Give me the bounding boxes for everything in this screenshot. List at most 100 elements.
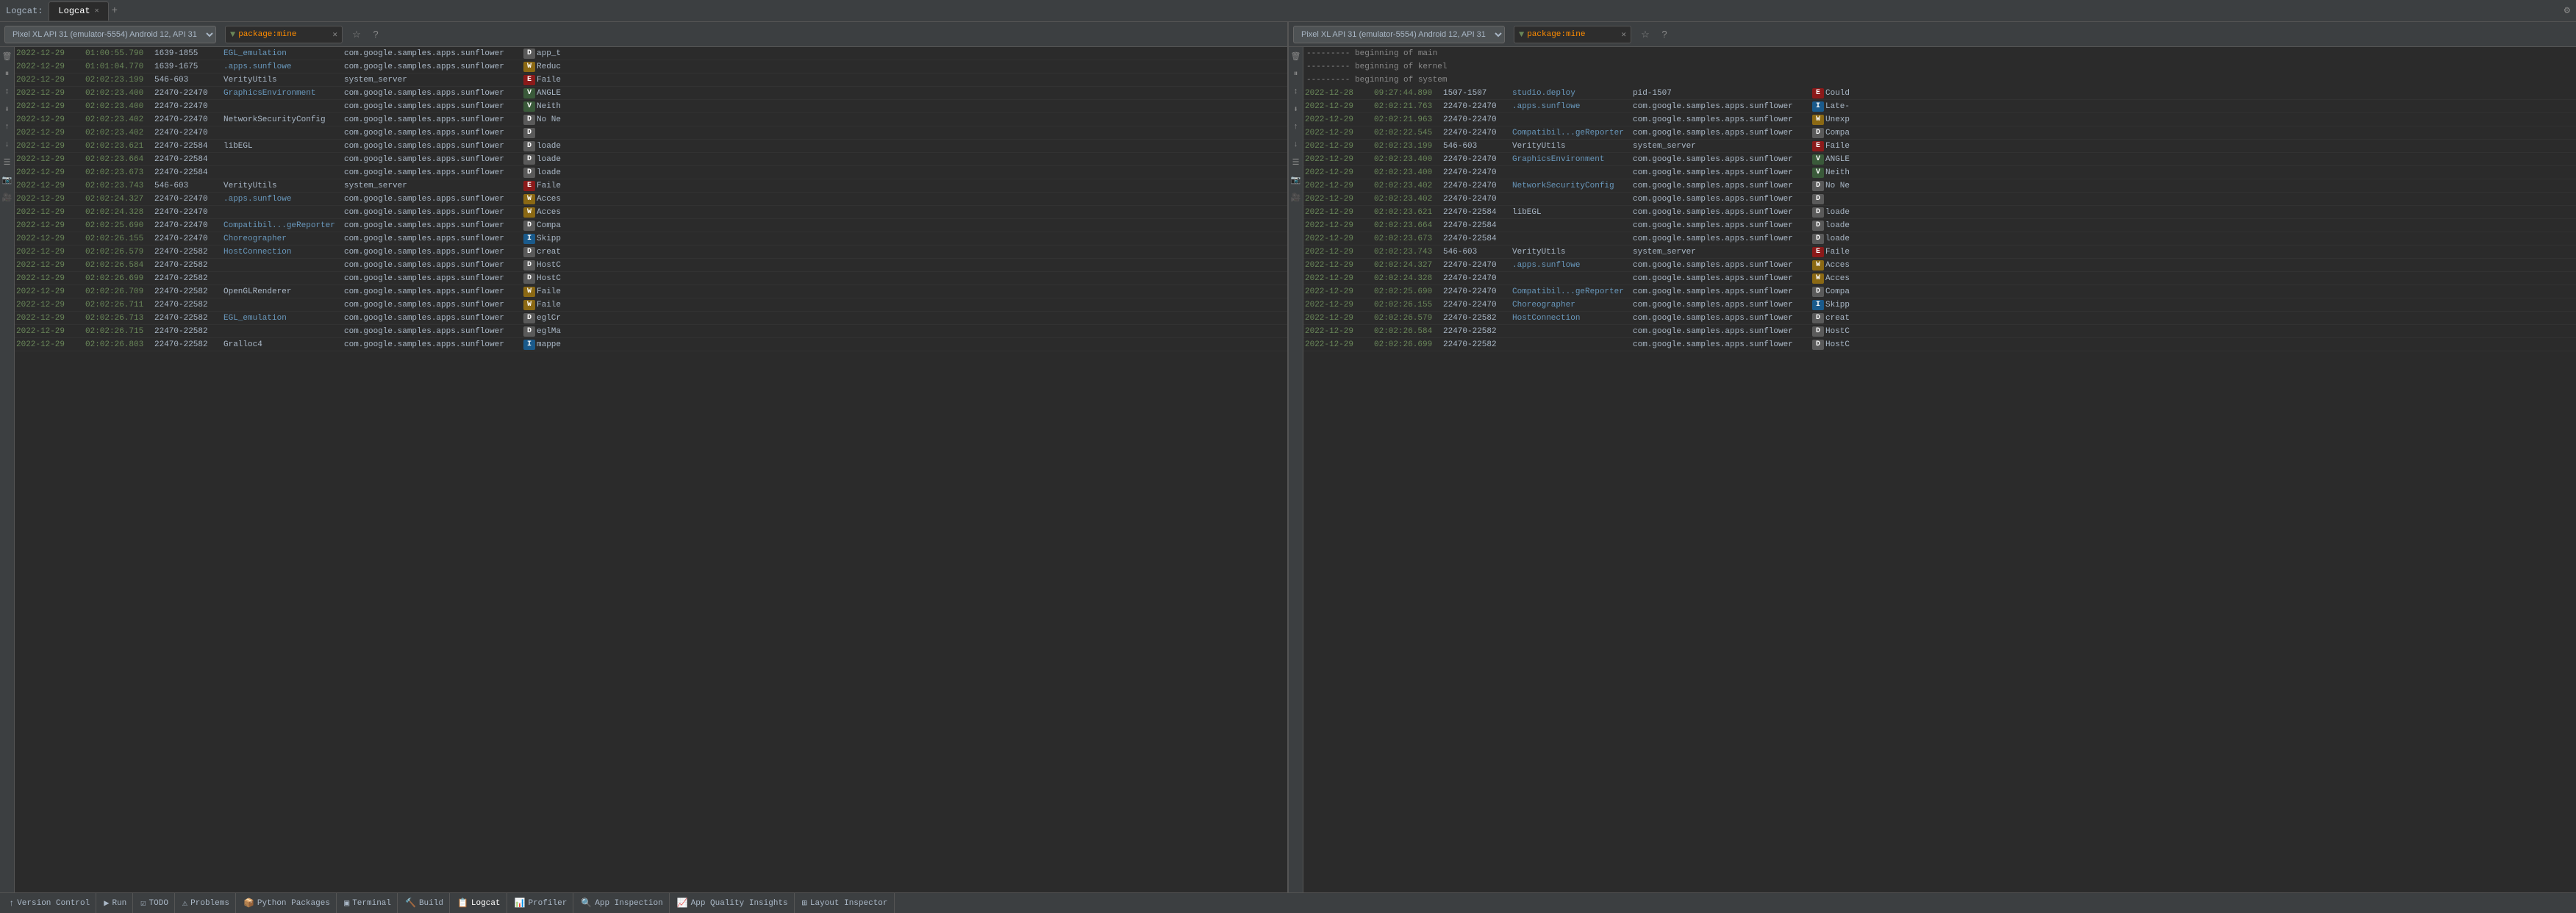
table-row[interactable]: 2022-12-29 02:02:23.673 22470-22584 com.… xyxy=(1303,232,2576,246)
status-item-python-packages[interactable]: 📦Python Packages xyxy=(237,893,337,913)
right-camera-icon[interactable]: 📷 xyxy=(1289,173,1303,187)
log-time: 02:02:26.584 xyxy=(85,261,151,270)
add-tab-button[interactable]: + xyxy=(112,5,118,17)
table-row[interactable]: 2022-12-29 02:02:26.713 22470-22582 EGL_… xyxy=(15,312,1287,325)
table-row[interactable]: 2022-12-29 02:02:26.709 22470-22582 Open… xyxy=(15,285,1287,298)
table-row[interactable]: 2022-12-29 02:02:26.579 22470-22582 Host… xyxy=(1303,312,2576,325)
left-menu-icon[interactable]: ☰ xyxy=(1,156,14,169)
log-msg: Faile xyxy=(1825,142,1850,151)
log-level-badge: W xyxy=(523,300,535,310)
table-row[interactable]: 2022-12-29 02:02:21.963 22470-22470 com.… xyxy=(1303,113,2576,126)
logcat-tab[interactable]: Logcat ✕ xyxy=(49,1,108,21)
table-row[interactable]: 2022-12-29 02:02:23.400 22470-22470 com.… xyxy=(15,100,1287,113)
status-item-app-quality[interactable]: 📈App Quality Insights xyxy=(671,893,795,913)
table-row[interactable]: 2022-12-29 02:02:23.673 22470-22584 com.… xyxy=(15,166,1287,179)
log-pkg: com.google.samples.apps.sunflower xyxy=(344,301,520,309)
table-row[interactable]: 2022-12-29 02:02:23.621 22470-22584 libE… xyxy=(15,140,1287,153)
left-help-button[interactable]: ? xyxy=(368,26,384,43)
left-down-arrow-icon[interactable]: ↓ xyxy=(1,138,14,151)
table-row[interactable]: 2022-12-29 02:02:24.328 22470-22470 com.… xyxy=(15,206,1287,219)
table-row[interactable]: 2022-12-29 02:02:23.621 22470-22584 libE… xyxy=(1303,206,2576,219)
table-row[interactable]: 2022-12-29 02:02:24.327 22470-22470 .app… xyxy=(1303,259,2576,272)
table-row[interactable]: 2022-12-29 02:02:26.699 22470-22582 com.… xyxy=(1303,338,2576,351)
log-time: 02:02:24.328 xyxy=(1374,274,1440,283)
table-row[interactable]: 2022-12-29 01:00:55.790 1639-1855 EGL_em… xyxy=(15,47,1287,60)
table-row[interactable]: 2022-12-29 02:02:26.584 22470-22582 com.… xyxy=(15,259,1287,272)
table-row[interactable]: 2022-12-29 02:02:23.664 22470-22584 com.… xyxy=(1303,219,2576,232)
right-filter-close-icon[interactable]: ✕ xyxy=(1621,29,1626,40)
table-row[interactable]: 2022-12-29 02:02:26.803 22470-22582 Gral… xyxy=(15,338,1287,351)
status-item-terminal[interactable]: ▣Terminal xyxy=(338,893,398,913)
table-row[interactable]: 2022-12-29 02:02:26.711 22470-22582 com.… xyxy=(15,298,1287,312)
status-item-todo[interactable]: ☑TODO xyxy=(135,893,175,913)
left-video-icon[interactable]: 🎥 xyxy=(1,191,14,204)
status-label: TODO xyxy=(149,899,168,908)
status-item-profiler[interactable]: 📊Profiler xyxy=(509,893,574,913)
right-clear-icon[interactable]: 🗑 xyxy=(1289,50,1303,63)
log-date: 2022-12-29 xyxy=(16,62,82,71)
table-row[interactable]: 2022-12-29 02:02:23.743 546-603 VerityUt… xyxy=(1303,246,2576,259)
table-row[interactable]: 2022-12-29 02:02:24.328 22470-22470 com.… xyxy=(1303,272,2576,285)
right-down-icon[interactable]: ⬇ xyxy=(1289,103,1303,116)
table-row[interactable]: 2022-12-29 02:02:26.699 22470-22582 com.… xyxy=(15,272,1287,285)
log-separator: --------- beginning of system xyxy=(1303,74,2576,87)
tab-close-icon[interactable]: ✕ xyxy=(95,7,99,15)
right-log-content[interactable]: --------- beginning of main--------- beg… xyxy=(1303,47,2576,892)
table-row[interactable]: 2022-12-29 02:02:26.584 22470-22582 com.… xyxy=(1303,325,2576,338)
status-item-build[interactable]: 🔨Build xyxy=(399,893,450,913)
table-row[interactable]: 2022-12-29 02:02:25.690 22470-22470 Comp… xyxy=(15,219,1287,232)
table-row[interactable]: 2022-12-28 09:27:44.890 1507-1507 studio… xyxy=(1303,87,2576,100)
settings-icon[interactable]: ⚙ xyxy=(2564,4,2570,17)
status-item-problems[interactable]: ⚠Problems xyxy=(176,893,236,913)
table-row[interactable]: 2022-12-29 02:02:26.715 22470-22582 com.… xyxy=(15,325,1287,338)
right-star-button[interactable]: ☆ xyxy=(1637,26,1653,43)
table-row[interactable]: 2022-12-29 02:02:25.690 22470-22470 Comp… xyxy=(1303,285,2576,298)
left-device-select[interactable]: Pixel XL API 31 (emulator-5554) Android … xyxy=(4,26,216,43)
right-up-arrow-icon[interactable]: ↑ xyxy=(1289,121,1303,134)
log-time: 02:02:23.400 xyxy=(1374,168,1440,177)
status-item-version-control[interactable]: ↑Version Control xyxy=(3,893,96,913)
left-filter-close-icon[interactable]: ✕ xyxy=(332,29,337,40)
table-row[interactable]: 2022-12-29 02:02:26.579 22470-22582 Host… xyxy=(15,246,1287,259)
table-row[interactable]: 2022-12-29 02:02:23.400 22470-22470 Grap… xyxy=(1303,153,2576,166)
table-row[interactable]: 2022-12-29 02:02:26.155 22470-22470 Chor… xyxy=(1303,298,2576,312)
left-camera-icon[interactable]: 📷 xyxy=(1,173,14,187)
table-row[interactable]: 2022-12-29 02:02:23.743 546-603 VerityUt… xyxy=(15,179,1287,193)
log-pid: 22470-22584 xyxy=(154,155,221,164)
table-row[interactable]: 2022-12-29 02:02:23.400 22470-22470 com.… xyxy=(1303,166,2576,179)
table-row[interactable]: 2022-12-29 02:02:23.199 546-603 VerityUt… xyxy=(1303,140,2576,153)
left-log-content[interactable]: 2022-12-29 01:00:55.790 1639-1855 EGL_em… xyxy=(15,47,1287,892)
left-down-icon[interactable]: ⬇ xyxy=(1,103,14,116)
table-row[interactable]: 2022-12-29 02:02:23.402 22470-22470 Netw… xyxy=(1303,179,2576,193)
log-level-badge: D xyxy=(523,168,535,178)
left-clear-icon[interactable]: 🗑 xyxy=(1,50,14,63)
left-up-arrow-icon[interactable]: ↑ xyxy=(1,121,14,134)
left-pause-icon[interactable]: ⏸ xyxy=(1,68,14,81)
table-row[interactable]: 2022-12-29 01:01:04.770 1639-1675 .apps.… xyxy=(15,60,1287,74)
table-row[interactable]: 2022-12-29 02:02:23.400 22470-22470 Grap… xyxy=(15,87,1287,100)
table-row[interactable]: 2022-12-29 02:02:23.402 22470-22470 com.… xyxy=(15,126,1287,140)
right-menu-icon[interactable]: ☰ xyxy=(1289,156,1303,169)
left-scroll-icon[interactable]: ↕ xyxy=(1,85,14,99)
table-row[interactable]: 2022-12-29 02:02:23.402 22470-22470 Netw… xyxy=(15,113,1287,126)
right-down-arrow-icon[interactable]: ↓ xyxy=(1289,138,1303,151)
right-help-button[interactable]: ? xyxy=(1656,26,1672,43)
right-scroll-icon[interactable]: ↕ xyxy=(1289,85,1303,99)
table-row[interactable]: 2022-12-29 02:02:23.402 22470-22470 com.… xyxy=(1303,193,2576,206)
status-item-app-inspection[interactable]: 🔍App Inspection xyxy=(575,893,669,913)
table-row[interactable]: 2022-12-29 02:02:21.763 22470-22470 .app… xyxy=(1303,100,2576,113)
right-video-icon[interactable]: 🎥 xyxy=(1289,191,1303,204)
status-item-layout-inspector[interactable]: ⊞Layout Inspector xyxy=(796,893,895,913)
right-pause-icon[interactable]: ⏸ xyxy=(1289,68,1303,81)
table-row[interactable]: 2022-12-29 02:02:24.327 22470-22470 .app… xyxy=(15,193,1287,206)
log-level-badge: D xyxy=(1812,207,1824,218)
log-tag: Compatibil...geReporter xyxy=(1512,287,1630,296)
left-star-button[interactable]: ☆ xyxy=(348,26,365,43)
status-item-run[interactable]: ▶Run xyxy=(98,893,133,913)
table-row[interactable]: 2022-12-29 02:02:26.155 22470-22470 Chor… xyxy=(15,232,1287,246)
table-row[interactable]: 2022-12-29 02:02:23.199 546-603 VerityUt… xyxy=(15,74,1287,87)
status-item-logcat[interactable]: 📋Logcat xyxy=(451,893,507,913)
right-device-select[interactable]: Pixel XL API 31 (emulator-5554) Android … xyxy=(1293,26,1505,43)
table-row[interactable]: 2022-12-29 02:02:23.664 22470-22584 com.… xyxy=(15,153,1287,166)
table-row[interactable]: 2022-12-29 02:02:22.545 22470-22470 Comp… xyxy=(1303,126,2576,140)
